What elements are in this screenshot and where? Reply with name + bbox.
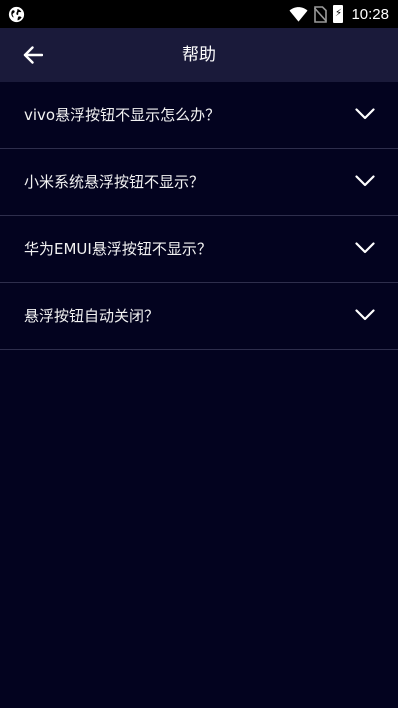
chevron-down-icon	[354, 307, 376, 323]
back-arrow-icon	[23, 46, 43, 64]
app-bar: 帮助	[0, 28, 398, 82]
faq-item-auto-close[interactable]: 悬浮按钮自动关闭？	[0, 283, 398, 350]
back-button[interactable]	[16, 40, 50, 70]
faq-item-label: vivo悬浮按钮不显示怎么办？	[24, 106, 221, 124]
faq-item-label: 悬浮按钮自动关闭？	[24, 307, 160, 325]
faq-list: vivo悬浮按钮不显示怎么办？ 小米系统悬浮按钮不显示？ 华为EMUI悬浮按钮不…	[0, 82, 398, 350]
status-bar: ⚡ 10:28	[0, 0, 398, 28]
globe-icon	[8, 6, 25, 23]
faq-item-huawei[interactable]: 华为EMUI悬浮按钮不显示？	[0, 216, 398, 283]
faq-item-vivo[interactable]: vivo悬浮按钮不显示怎么办？	[0, 82, 398, 149]
faq-item-label: 华为EMUI悬浮按钮不显示？	[24, 240, 212, 258]
battery-charging-icon: ⚡	[333, 5, 344, 23]
faq-item-xiaomi[interactable]: 小米系统悬浮按钮不显示？	[0, 149, 398, 216]
chevron-down-icon	[354, 173, 376, 189]
no-sim-icon	[314, 5, 328, 23]
chevron-down-icon	[354, 240, 376, 256]
chevron-down-icon	[354, 106, 376, 122]
status-time: 10:28	[351, 5, 389, 23]
page-title: 帮助	[182, 45, 216, 65]
wifi-icon	[289, 6, 308, 22]
faq-item-label: 小米系统悬浮按钮不显示？	[24, 173, 205, 191]
battery-charge-glyph: ⚡	[334, 8, 342, 19]
